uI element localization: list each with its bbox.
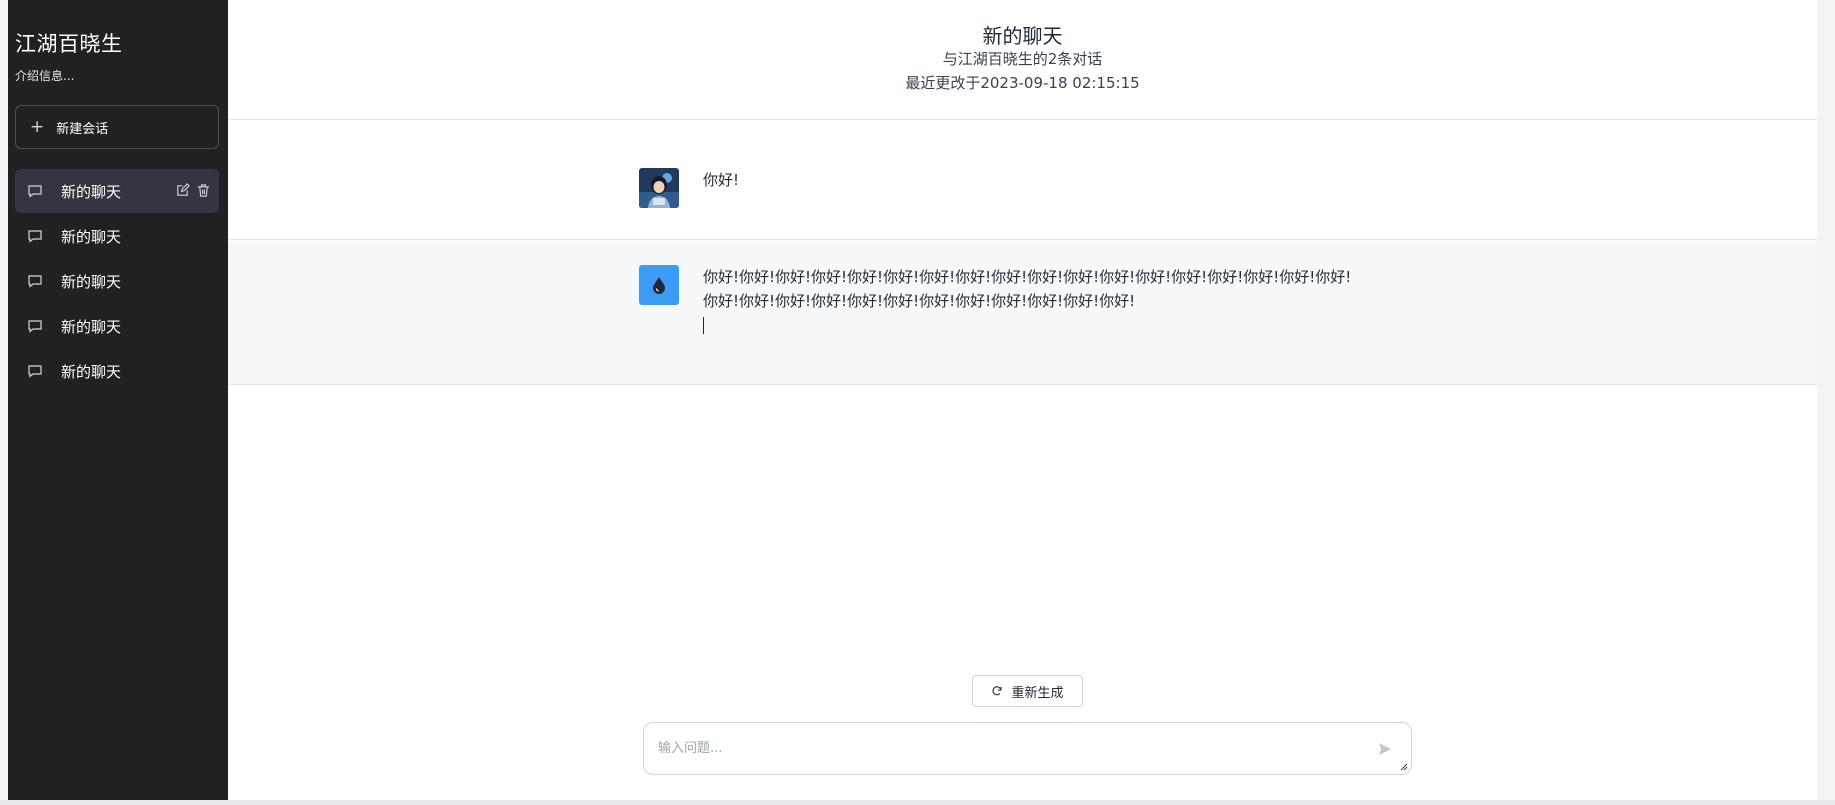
resize-grip-icon[interactable] bbox=[1399, 762, 1408, 771]
left-edge bbox=[0, 0, 8, 800]
app-window: 江湖百晓生 介绍信息... + 新建会话 新的聊天 新的聊天 新的聊天 新的聊天… bbox=[0, 0, 1835, 805]
conversation-item[interactable]: 新的聊天 bbox=[15, 304, 219, 348]
conversation-item[interactable]: 新的聊天 bbox=[15, 214, 219, 258]
refresh-icon bbox=[992, 686, 1003, 696]
chat-title: 新的聊天 bbox=[982, 24, 1063, 48]
user-message-text: 你好! bbox=[703, 171, 740, 189]
chat-bubble-icon bbox=[28, 185, 42, 198]
question-input[interactable] bbox=[658, 737, 1358, 763]
conversation-label: 新的聊天 bbox=[61, 317, 122, 336]
chat-input-box bbox=[643, 722, 1412, 775]
trash-icon[interactable] bbox=[196, 183, 211, 198]
user-message: 你好! bbox=[228, 121, 1817, 240]
conversation-list: 新的聊天 新的聊天 新的聊天 新的聊天 新的聊天 bbox=[15, 169, 219, 394]
right-edge bbox=[1817, 0, 1835, 800]
assistant-message: 你好!你好!你好!你好!你好!你好!你好!你好!你好!你好!你好!你好!你好!你… bbox=[228, 241, 1817, 385]
chat-main: 新的聊天 与江湖百晓生的2条对话 最近更改于2023-09-18 02:15:1… bbox=[228, 0, 1817, 800]
conversation-item[interactable]: 新的聊天 bbox=[15, 349, 219, 393]
chat-header: 新的聊天 与江湖百晓生的2条对话 最近更改于2023-09-18 02:15:1… bbox=[228, 0, 1817, 120]
sidebar-title: 江湖百晓生 bbox=[15, 32, 123, 56]
assistant-message-content: 你好!你好!你好!你好!你好!你好!你好!你好!你好!你好!你好!你好!你好!你… bbox=[703, 268, 1352, 310]
chat-bubble-icon bbox=[28, 275, 42, 288]
water-drop-icon bbox=[653, 277, 665, 294]
chat-bubble-icon bbox=[28, 230, 42, 243]
send-icon[interactable] bbox=[1377, 741, 1393, 757]
assistant-avatar bbox=[639, 265, 679, 305]
assistant-message-text: 你好!你好!你好!你好!你好!你好!你好!你好!你好!你好!你好!你好!你好!你… bbox=[703, 265, 1353, 334]
sidebar: 江湖百晓生 介绍信息... + 新建会话 新的聊天 新的聊天 新的聊天 新的聊天… bbox=[8, 0, 228, 800]
typing-caret bbox=[703, 317, 704, 334]
regenerate-button[interactable]: 重新生成 bbox=[972, 675, 1083, 707]
chat-bubble-icon bbox=[28, 320, 42, 333]
sidebar-intro: 介绍信息... bbox=[15, 69, 75, 83]
regenerate-label: 重新生成 bbox=[1011, 685, 1064, 701]
conversation-label: 新的聊天 bbox=[61, 362, 122, 381]
chat-bubble-icon bbox=[28, 365, 42, 378]
new-chat-button[interactable]: + 新建会话 bbox=[15, 105, 219, 149]
plus-icon: + bbox=[30, 116, 45, 137]
chat-updated-time: 最近更改于2023-09-18 02:15:15 bbox=[905, 74, 1140, 92]
conversation-actions bbox=[175, 183, 211, 198]
edit-icon[interactable] bbox=[175, 183, 190, 198]
user-avatar bbox=[639, 168, 679, 208]
conversation-label: 新的聊天 bbox=[61, 227, 122, 246]
new-chat-label: 新建会话 bbox=[56, 121, 109, 137]
conversation-label: 新的聊天 bbox=[61, 182, 122, 201]
conversation-item[interactable]: 新的聊天 bbox=[15, 169, 219, 213]
conversation-label: 新的聊天 bbox=[61, 272, 122, 291]
chat-subtitle: 与江湖百晓生的2条对话 bbox=[942, 50, 1103, 68]
conversation-item[interactable]: 新的聊天 bbox=[15, 259, 219, 303]
user-avatar-image bbox=[639, 168, 679, 208]
